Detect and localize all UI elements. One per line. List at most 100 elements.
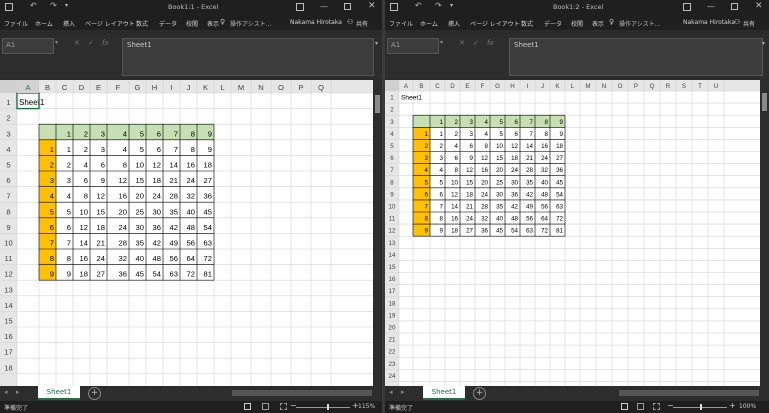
product-cell[interactable]: 56 (526, 216, 533, 223)
row-header[interactable]: 18 (389, 300, 396, 307)
zoom-in-icon[interactable]: + (729, 401, 736, 410)
tab-scroll-left-icon[interactable]: ◂ (4, 388, 8, 396)
row-header[interactable]: 15 (389, 264, 396, 271)
row-header[interactable]: 16 (389, 276, 396, 283)
product-cell[interactable]: 4 (485, 131, 489, 138)
account-icon[interactable] (683, 3, 691, 11)
product-cell[interactable]: 49 (526, 204, 533, 211)
column-header[interactable]: D (79, 83, 85, 92)
column-header[interactable]: N (602, 83, 606, 90)
product-cell[interactable]: 15 (97, 207, 105, 216)
zoom-out-icon[interactable]: − (290, 401, 297, 410)
row-header[interactable]: 1 (390, 95, 394, 102)
product-cell[interactable]: 63 (526, 228, 533, 235)
row-header[interactable]: 23 (389, 361, 396, 368)
column-header[interactable]: U (714, 83, 718, 90)
tab-scroll-right-icon[interactable]: ▸ (16, 388, 20, 396)
column-header[interactable]: O (618, 83, 623, 90)
product-cell[interactable]: 10 (451, 179, 458, 186)
product-cell[interactable]: 36 (481, 228, 488, 235)
save-icon[interactable] (390, 3, 398, 11)
product-cell[interactable]: 8 (67, 254, 71, 263)
sheet-tab[interactable]: Sheet1 (423, 386, 465, 400)
product-cell[interactable]: 6 (84, 176, 88, 185)
row-header[interactable]: 17 (389, 288, 396, 295)
product-cell[interactable]: 21 (526, 155, 533, 162)
product-cell[interactable]: 40 (541, 179, 548, 186)
product-cell[interactable]: 6 (157, 145, 161, 154)
column-header[interactable]: J (187, 83, 191, 92)
column-header[interactable]: H (152, 83, 157, 92)
column-header[interactable]: G (135, 83, 141, 92)
product-cell[interactable]: 12 (481, 155, 488, 162)
tab-scroll-right-icon[interactable]: ▸ (401, 388, 405, 396)
row-header[interactable]: 10 (4, 239, 12, 248)
product-cell[interactable]: 12 (466, 167, 473, 174)
column-header[interactable]: H (510, 83, 514, 90)
column-header[interactable]: R (666, 83, 671, 90)
product-cell[interactable]: 56 (187, 239, 195, 248)
product-cell[interactable]: 36 (556, 167, 563, 174)
product-cell[interactable]: 7 (174, 145, 178, 154)
product-cell[interactable]: 40 (496, 216, 503, 223)
ribbon-tab[interactable]: 挿入 (448, 19, 460, 28)
confirm-entry-icon[interactable]: ✓ (473, 39, 479, 47)
formula-input[interactable]: Sheet1 (122, 38, 374, 76)
product-cell[interactable]: 64 (541, 216, 548, 223)
product-cell[interactable]: 4 (84, 161, 88, 170)
column-header[interactable]: M (238, 83, 244, 92)
column-header[interactable]: Q (650, 83, 655, 90)
product-cell[interactable]: 24 (187, 176, 195, 185)
header-cell[interactable] (39, 124, 56, 140)
product-cell[interactable]: 5 (440, 179, 444, 186)
product-cell[interactable]: 42 (511, 204, 518, 211)
product-cell[interactable]: 8 (191, 145, 195, 154)
undo-icon[interactable]: ↶ (30, 1, 37, 10)
product-cell[interactable]: 56 (170, 254, 178, 263)
worksheet-grid[interactable]: A B C D E F G H I J K L M N O P Q R S T U 1 2 3 4 5 6 7 8 9 10 11 12 13 14… (385, 80, 769, 386)
product-cell[interactable]: 35 (496, 204, 503, 211)
sheet-tab[interactable]: Sheet1 (38, 386, 80, 400)
zoom-out-icon[interactable]: − (667, 401, 674, 410)
product-cell[interactable]: 72 (204, 254, 212, 263)
product-cell[interactable]: 48 (153, 254, 161, 263)
product-cell[interactable]: 25 (136, 207, 144, 216)
insert-function-icon[interactable]: fx (487, 39, 494, 47)
share-button[interactable]: 共有 (743, 19, 755, 28)
product-cell[interactable]: 32 (187, 192, 195, 201)
tab-scroll-left-icon[interactable]: ◂ (389, 388, 393, 396)
product-cell[interactable]: 6 (67, 223, 71, 232)
product-cell[interactable]: 15 (136, 176, 144, 185)
column-header[interactable]: C (62, 83, 68, 92)
product-cell[interactable]: 25 (496, 179, 503, 186)
product-cell[interactable]: 12 (97, 192, 105, 201)
product-cell[interactable]: 9 (440, 228, 444, 235)
product-cell[interactable]: 14 (80, 239, 88, 248)
user-name[interactable]: Nakama Hirotaka (290, 19, 342, 26)
product-cell[interactable]: 24 (97, 254, 105, 263)
product-cell[interactable]: 48 (541, 191, 548, 198)
column-header[interactable]: L (220, 83, 224, 92)
ribbon-tab[interactable]: ファイル (4, 19, 28, 28)
product-cell[interactable]: 24 (511, 167, 518, 174)
product-cell[interactable]: 28 (526, 167, 533, 174)
product-cell[interactable]: 48 (187, 223, 195, 232)
product-cell[interactable]: 30 (496, 191, 503, 198)
add-sheet-button[interactable]: + (473, 387, 486, 400)
product-cell[interactable]: 10 (136, 161, 144, 170)
product-cell[interactable]: 14 (526, 143, 533, 150)
column-header[interactable]: J (541, 83, 544, 90)
product-cell[interactable]: 18 (466, 191, 473, 198)
tell-me-search[interactable]: 操作アシスト... (619, 19, 660, 28)
page-layout-view-icon[interactable] (262, 403, 269, 410)
product-cell[interactable]: 21 (466, 204, 473, 211)
formula-input[interactable]: Sheet1 (509, 38, 763, 76)
product-cell[interactable]: 7 (440, 204, 444, 211)
product-cell[interactable]: 20 (119, 207, 127, 216)
column-header[interactable]: G (495, 83, 500, 90)
column-header[interactable]: F (116, 83, 121, 92)
product-cell[interactable]: 4 (440, 167, 444, 174)
row-header[interactable]: 18 (4, 363, 12, 372)
row-header[interactable]: 8 (6, 207, 10, 216)
row-header[interactable]: 14 (4, 301, 12, 310)
